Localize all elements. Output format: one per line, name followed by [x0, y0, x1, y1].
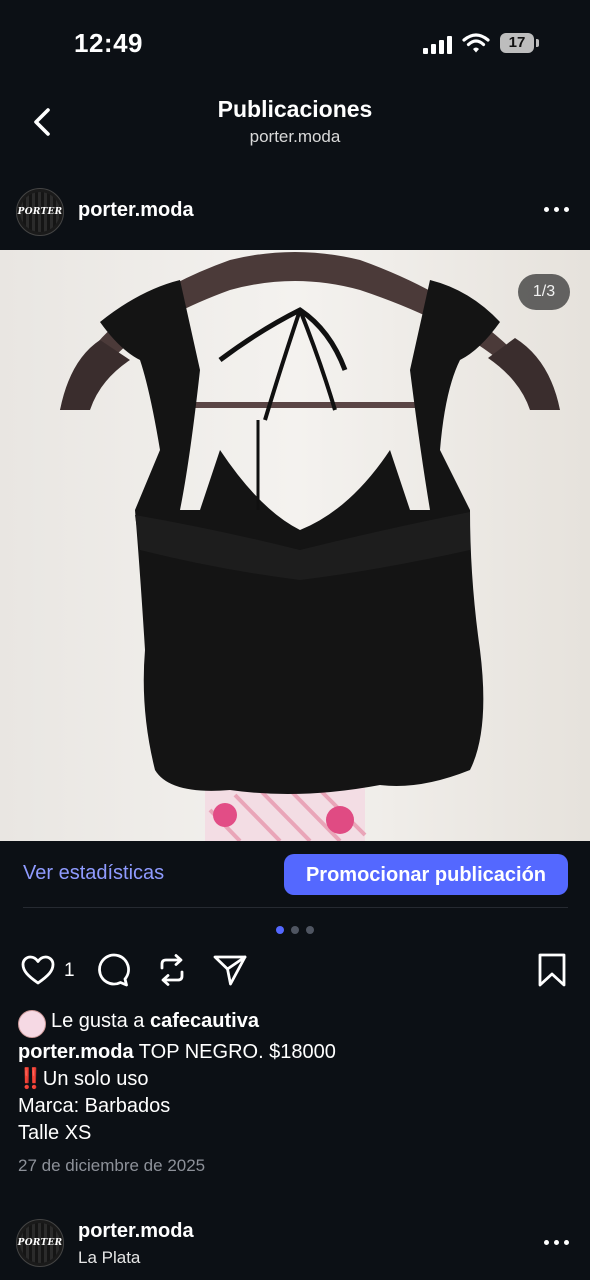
- avatar-logo-text: PORTER: [17, 207, 63, 217]
- bookmark-icon[interactable]: [534, 952, 570, 988]
- next-avatar-logo-text: PORTER: [17, 1238, 63, 1248]
- liked-by-prefix: Le gusta a: [51, 1010, 145, 1032]
- caption-line-2: ‼️Un solo uso: [18, 1066, 578, 1093]
- status-time: 12:49: [74, 28, 143, 58]
- next-post-location[interactable]: La Plata: [78, 1248, 140, 1268]
- caption-username[interactable]: porter.moda: [18, 1041, 134, 1063]
- carousel-dots: [276, 926, 316, 934]
- battery-cap: [536, 39, 539, 47]
- caption-text: TOP NEGRO. $18000: [138, 1041, 336, 1063]
- comment-icon[interactable]: [94, 952, 130, 988]
- caption-line-2-text: Un solo uso: [42, 1068, 149, 1090]
- post-date: 27 de diciembre de 2025: [18, 1156, 206, 1175]
- cellular-signal-icon: [423, 36, 453, 54]
- caption-line-1: porter.moda TOP NEGRO. $18000: [18, 1039, 578, 1066]
- heart-icon[interactable]: [20, 952, 56, 988]
- caption-line-3: Marca: Barbados: [18, 1095, 171, 1117]
- liked-by-text[interactable]: Le gusta a cafecautiva: [51, 1008, 259, 1035]
- promote-post-button[interactable]: Promocionar publicación: [284, 854, 568, 895]
- repost-icon[interactable]: [154, 952, 190, 988]
- next-post-username[interactable]: porter.moda: [78, 1220, 194, 1243]
- view-insights-link[interactable]: Ver estadísticas: [23, 862, 164, 885]
- post-author-username[interactable]: porter.moda: [78, 199, 194, 222]
- page-title: Publicaciones: [217, 96, 373, 122]
- like-count[interactable]: 1: [64, 960, 75, 982]
- next-post-author-avatar[interactable]: PORTER: [16, 1219, 64, 1267]
- post-author-avatar[interactable]: PORTER: [16, 188, 64, 236]
- battery-indicator: 17: [500, 33, 534, 53]
- product-photo-illustration: [0, 250, 590, 841]
- next-post-more-icon[interactable]: [544, 1240, 570, 1246]
- send-icon[interactable]: [212, 952, 248, 988]
- page-subtitle: porter.moda: [249, 127, 341, 146]
- post-image[interactable]: [0, 250, 590, 841]
- liked-by-username[interactable]: cafecautiva: [150, 1010, 259, 1032]
- post-more-icon[interactable]: [544, 207, 570, 213]
- caption-line-4: Talle XS: [18, 1122, 92, 1144]
- divider: [23, 907, 568, 908]
- wifi-icon: [462, 33, 490, 53]
- liked-by-avatar[interactable]: [18, 1010, 46, 1038]
- post-caption: porter.moda TOP NEGRO. $18000 ‼️Un solo …: [18, 1039, 578, 1147]
- image-counter-badge: 1/3: [518, 274, 570, 310]
- double-exclamation-emoji: ‼️: [18, 1068, 43, 1090]
